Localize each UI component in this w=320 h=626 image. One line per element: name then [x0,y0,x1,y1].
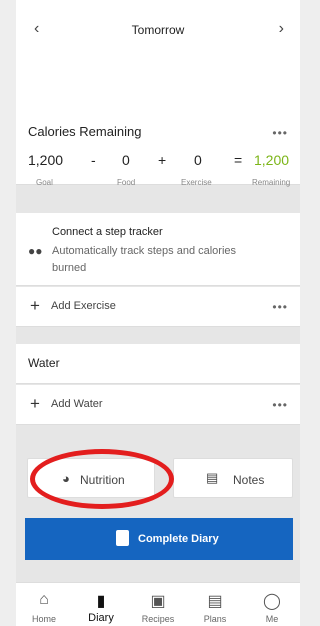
step-tracker-card[interactable]: ●● Connect a step tracker Automatically … [16,213,300,286]
add-exercise-button[interactable]: Add Exercise [51,300,116,312]
footsteps-icon: ●● [28,244,43,258]
person-icon: ◯ [263,593,281,610]
tab-home[interactable]: ⌂ Home [16,583,72,626]
tab-diary-label: Diary [88,612,114,624]
water-title: Water [28,356,60,370]
tab-me-label: Me [265,614,279,624]
water-header: Water [16,344,300,384]
date-title: Tomorrow [131,23,185,37]
complete-diary-button[interactable]: Complete Diary [25,518,293,560]
water-more-icon[interactable]: ••• [272,398,288,412]
highlight-annotation [30,449,174,509]
diary-screen: ‹ Tomorrow › Calories Remaining ••• 1,20… [16,0,300,626]
remaining-value: 1,200 [254,152,290,168]
home-icon: ⌂ [39,591,49,608]
goal-value: 1,200 [28,152,64,168]
exercise-more-icon[interactable]: ••• [272,300,288,314]
complete-diary-icon [116,530,129,546]
plans-icon: ▤ [207,593,223,610]
chevron-right-icon[interactable]: › [279,20,284,38]
add-exercise-row[interactable]: + Add Exercise ••• [16,287,300,327]
complete-diary-label: Complete Diary [138,533,219,545]
tab-recipes-label: Recipes [141,614,175,624]
plus-icon: + [30,394,40,413]
add-water-row[interactable]: + Add Water ••• [16,385,300,425]
equals-sign: = [234,152,243,168]
remaining-label: Remaining [252,178,291,187]
calories-more-icon[interactable]: ••• [272,126,288,140]
food-label: Food [117,178,136,187]
goal-label: Goal [36,178,53,187]
plus-sign: + [158,152,167,168]
tab-plans-label: Plans [203,614,227,624]
calories-remaining-title: Calories Remaining [28,124,142,139]
exercise-label: Exercise [181,178,212,187]
add-water-button[interactable]: Add Water [51,398,103,410]
exercise-value: 0 [194,152,202,168]
date-navigation: ‹ Tomorrow › [16,20,300,40]
tab-me[interactable]: ◯ Me [244,583,300,626]
notes-button[interactable]: ▤ Notes [173,458,293,498]
step-tracker-title: Connect a step tracker [52,226,163,238]
tab-plans[interactable]: ▤ Plans [187,583,243,626]
step-tracker-description: Automatically track steps and calories b… [52,245,237,274]
notes-icon: ▤ [206,470,219,485]
tab-home-label: Home [31,614,56,624]
plus-icon: + [30,296,40,315]
recipes-icon: ▣ [150,593,166,610]
tab-recipes[interactable]: ▣ Recipes [130,583,186,626]
diary-icon: ▮ [96,593,106,610]
tab-diary[interactable]: ▮ Diary [73,583,129,626]
bottom-tab-bar: ⌂ Home ▮ Diary ▣ Recipes ▤ Plans ◯ Me [16,582,300,626]
food-value: 0 [122,152,130,168]
minus-sign: - [91,152,96,168]
calories-card: ‹ Tomorrow › Calories Remaining ••• 1,20… [16,0,300,187]
notes-label: Notes [233,473,265,487]
